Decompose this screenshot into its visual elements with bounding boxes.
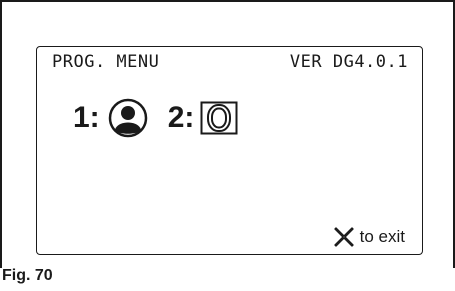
figure-caption: Fig. 70	[2, 267, 53, 284]
tray-icon	[200, 101, 238, 135]
figure-frame: PROG. MENU VER DG4.0.1 1: 2: to exit	[0, 0, 455, 268]
cross-icon[interactable]	[333, 226, 355, 248]
exit-hint-text: to exit	[359, 227, 405, 246]
option-2-label: 2:	[167, 101, 195, 134]
option-1[interactable]: 1:	[73, 98, 148, 138]
version-label: VER DG4.0.1	[289, 52, 408, 72]
control-panel-display: PROG. MENU VER DG4.0.1 1: 2: to exit	[36, 46, 423, 255]
person-icon	[108, 98, 147, 138]
menu-options: 1: 2:	[73, 93, 238, 143]
option-2[interactable]: 2:	[168, 101, 239, 135]
option-1-label: 1:	[73, 101, 100, 134]
exit-hint: to exit	[333, 226, 405, 248]
menu-title: PROG. MENU	[52, 52, 160, 72]
